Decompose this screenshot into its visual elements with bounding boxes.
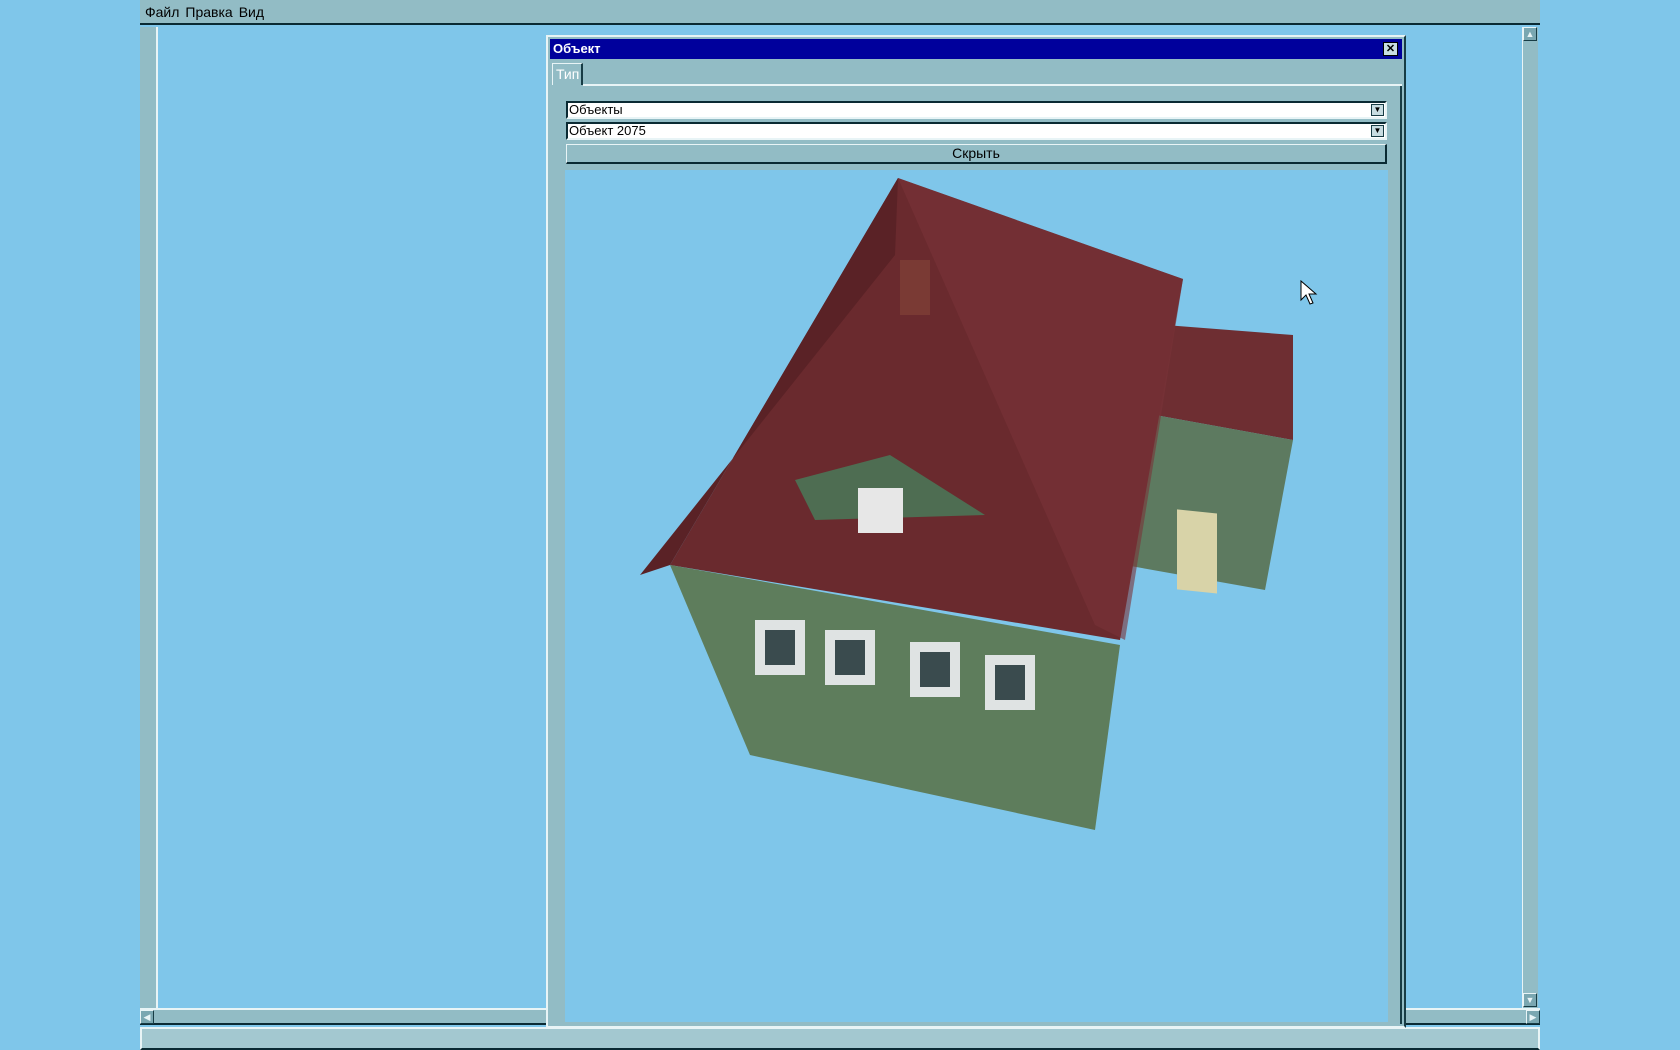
category-select-value: Объекты: [569, 102, 623, 117]
mouse-cursor-icon: [1300, 280, 1318, 305]
menu-edit[interactable]: Правка: [185, 4, 232, 20]
left-frame: [140, 27, 158, 1010]
object-select[interactable]: Объект 2075 ▼: [566, 122, 1387, 140]
panel-border: [1400, 86, 1402, 1024]
scroll-right-icon[interactable]: ▶: [1526, 1010, 1540, 1024]
dialog-titlebar[interactable]: Объект ✕: [550, 39, 1402, 59]
house-model-render: [640, 178, 1293, 830]
scroll-up-icon[interactable]: ▲: [1523, 27, 1537, 41]
3d-viewport[interactable]: [565, 170, 1388, 1022]
object-dialog: Объект ✕ Тип Объекты ▼ Объект 2075 ▼ Скр…: [546, 35, 1406, 1028]
hide-button[interactable]: Скрыть: [566, 144, 1387, 164]
menu-view[interactable]: Вид: [239, 4, 264, 20]
menu-bar: Файл Правка Вид: [140, 0, 1540, 25]
tab-type[interactable]: Тип: [552, 63, 583, 85]
scroll-down-icon[interactable]: ▼: [1523, 993, 1537, 1007]
menu-file[interactable]: Файл: [145, 4, 179, 20]
category-select[interactable]: Объекты ▼: [566, 101, 1387, 119]
chevron-down-icon[interactable]: ▼: [1371, 104, 1384, 116]
close-icon[interactable]: ✕: [1383, 42, 1398, 56]
vertical-scrollbar[interactable]: ▲ ▼: [1522, 27, 1538, 1010]
scroll-left-icon[interactable]: ◀: [140, 1010, 154, 1024]
status-bar: [140, 1027, 1540, 1050]
object-select-value: Объект 2075: [569, 123, 646, 138]
chevron-down-icon[interactable]: ▼: [1371, 125, 1384, 137]
tab-divider: [583, 84, 1402, 86]
dialog-title: Объект: [553, 41, 601, 56]
